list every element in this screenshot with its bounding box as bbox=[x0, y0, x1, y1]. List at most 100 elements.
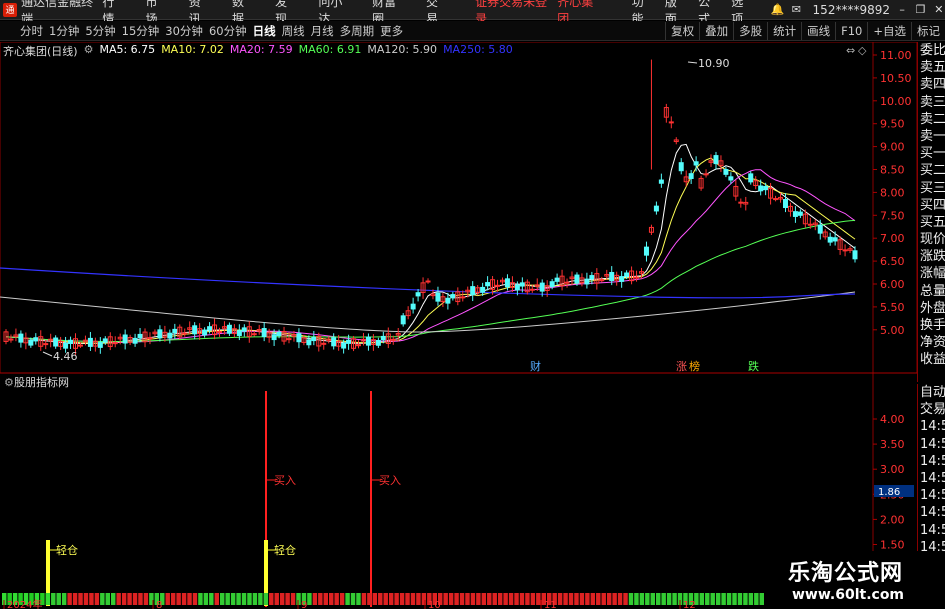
candle-body bbox=[792, 211, 798, 217]
bell-icon[interactable]: 🔔 bbox=[770, 3, 784, 17]
status-block bbox=[170, 593, 176, 605]
status-block bbox=[710, 593, 715, 605]
close-icon[interactable]: ✕ bbox=[933, 3, 945, 17]
candle-body bbox=[286, 338, 292, 341]
candle-body bbox=[236, 330, 242, 336]
trade-time-field: 14:56 bbox=[920, 488, 945, 504]
period-more[interactable]: 更多 bbox=[380, 23, 403, 39]
period-1min[interactable]: 1分钟 bbox=[49, 23, 79, 39]
period-weekly[interactable]: 周线 bbox=[282, 23, 305, 39]
period-60min[interactable]: 60分钟 bbox=[209, 23, 247, 39]
candle-body bbox=[842, 249, 848, 252]
candle-body bbox=[480, 286, 486, 293]
status-block bbox=[470, 593, 476, 605]
candle-body bbox=[28, 339, 34, 346]
chart-diamond-icon[interactable]: ◇ bbox=[858, 44, 867, 57]
status-block bbox=[143, 593, 149, 605]
status-block bbox=[116, 593, 121, 605]
status-block bbox=[405, 593, 410, 605]
status-block bbox=[241, 593, 247, 605]
quote-field: 卖一 bbox=[920, 128, 945, 144]
period-daily[interactable]: 日线 bbox=[253, 23, 276, 39]
high-marker-line bbox=[687, 61, 698, 64]
event-tag-ranking[interactable]: 榜 bbox=[689, 359, 700, 373]
status-block bbox=[759, 593, 764, 605]
status-block bbox=[51, 593, 56, 605]
candle-body bbox=[574, 274, 580, 284]
status-block bbox=[203, 593, 209, 605]
status-block bbox=[525, 593, 530, 605]
candle-body bbox=[763, 185, 769, 191]
indicator-tick-label: 4.00 bbox=[880, 413, 905, 426]
minimize-icon[interactable]: – bbox=[896, 3, 908, 17]
indicator-value: 1.86 bbox=[878, 487, 900, 498]
period-monthly[interactable]: 月线 bbox=[311, 23, 334, 39]
quote-panel: 委比 卖五 卖四 卖三 卖二 卖一 买一 买二 买三 买四 买五 现价 涨跌 涨幅 总量 外盘 换手 净资 收益 bbox=[917, 42, 945, 382]
status-block bbox=[715, 593, 721, 605]
status-block bbox=[590, 593, 596, 605]
status-block bbox=[350, 593, 356, 605]
candle-body bbox=[147, 337, 153, 340]
candle-body bbox=[832, 237, 838, 242]
price-tick-label: 9.00 bbox=[880, 141, 905, 154]
candle-body bbox=[271, 334, 277, 341]
candle-body bbox=[827, 236, 833, 243]
title-bar: 通 通达信金融终端 行情 市场 资讯 数据 发现 问小达 财富圈 交易 证券交易… bbox=[0, 0, 945, 26]
indicator-gear-icon[interactable]: ⚙ bbox=[4, 376, 14, 389]
period-multi[interactable]: 多周期 bbox=[340, 23, 375, 39]
candle-body bbox=[817, 224, 823, 234]
period-5min[interactable]: 5分钟 bbox=[85, 23, 115, 39]
status-block bbox=[334, 593, 339, 605]
price-tick-label: 5.00 bbox=[880, 324, 905, 337]
candle-body bbox=[658, 179, 664, 184]
ma-line bbox=[5, 157, 856, 344]
tool-stats[interactable]: 统计 bbox=[767, 21, 801, 40]
candle-body bbox=[539, 282, 545, 292]
tool-adjust[interactable]: 复权 bbox=[665, 21, 699, 40]
tool-overlay[interactable]: 叠加 bbox=[699, 21, 733, 40]
tool-f10[interactable]: F10 bbox=[835, 21, 867, 40]
status-block bbox=[454, 593, 459, 605]
candle-body bbox=[728, 176, 734, 181]
status-block bbox=[72, 593, 78, 605]
price-tick-label: 11.00 bbox=[880, 49, 912, 62]
quote-field: 买三 bbox=[920, 180, 945, 196]
status-block bbox=[557, 593, 563, 605]
period-15min[interactable]: 15分钟 bbox=[122, 23, 160, 39]
indicator-tick-label: 2.00 bbox=[880, 513, 905, 526]
tool-add-watchlist[interactable]: +自选 bbox=[867, 21, 911, 40]
period-toolbar: 分时 1分钟 5分钟 15分钟 30分钟 60分钟 日线 周线 月线 多周期 更… bbox=[0, 21, 945, 41]
status-block bbox=[601, 593, 606, 605]
tool-mark[interactable]: 标记 bbox=[911, 21, 945, 40]
event-tag-finance[interactable]: 财 bbox=[530, 359, 541, 373]
price-tick-label: 5.50 bbox=[880, 301, 905, 314]
watermark-url: www.60lt.com bbox=[792, 587, 905, 603]
user-account[interactable]: 152****9892 bbox=[813, 3, 890, 17]
status-block bbox=[378, 593, 383, 605]
status-block bbox=[94, 593, 100, 605]
tool-multistock[interactable]: 多股 bbox=[733, 21, 767, 40]
price-tick-label: 7.50 bbox=[880, 209, 905, 222]
period-intraday[interactable]: 分时 bbox=[20, 23, 43, 39]
status-block bbox=[105, 593, 110, 605]
app-logo-icon: 通 bbox=[3, 2, 18, 17]
trade-time-field: 14:56 bbox=[920, 419, 945, 435]
event-tag-limit-down[interactable]: 跌 bbox=[748, 359, 759, 373]
status-block bbox=[388, 593, 394, 605]
event-tag-limit-up[interactable]: 涨 bbox=[676, 360, 687, 373]
status-block bbox=[367, 593, 372, 605]
quote-field: 外盘 bbox=[920, 300, 945, 316]
indicator-tick-label: 3.50 bbox=[880, 438, 905, 451]
chart-expand-icon[interactable]: ⇔ bbox=[846, 44, 855, 57]
period-30min[interactable]: 30分钟 bbox=[165, 23, 203, 39]
candle-body bbox=[132, 337, 138, 344]
quote-field: 卖三 bbox=[920, 94, 945, 110]
candle-body bbox=[87, 337, 93, 347]
status-block bbox=[230, 593, 236, 605]
candle-body bbox=[624, 272, 630, 277]
tool-draw[interactable]: 画线 bbox=[801, 21, 835, 40]
restore-icon[interactable]: ❐ bbox=[914, 3, 926, 17]
kline-chart[interactable]: 11.00 10.50 10.00 9.50 9.00 8.50 8.00 7.50 7.00 6… bbox=[0, 42, 917, 609]
trade-time-field: 14:56 bbox=[920, 522, 945, 538]
mail-icon[interactable]: ✉ bbox=[790, 3, 802, 17]
